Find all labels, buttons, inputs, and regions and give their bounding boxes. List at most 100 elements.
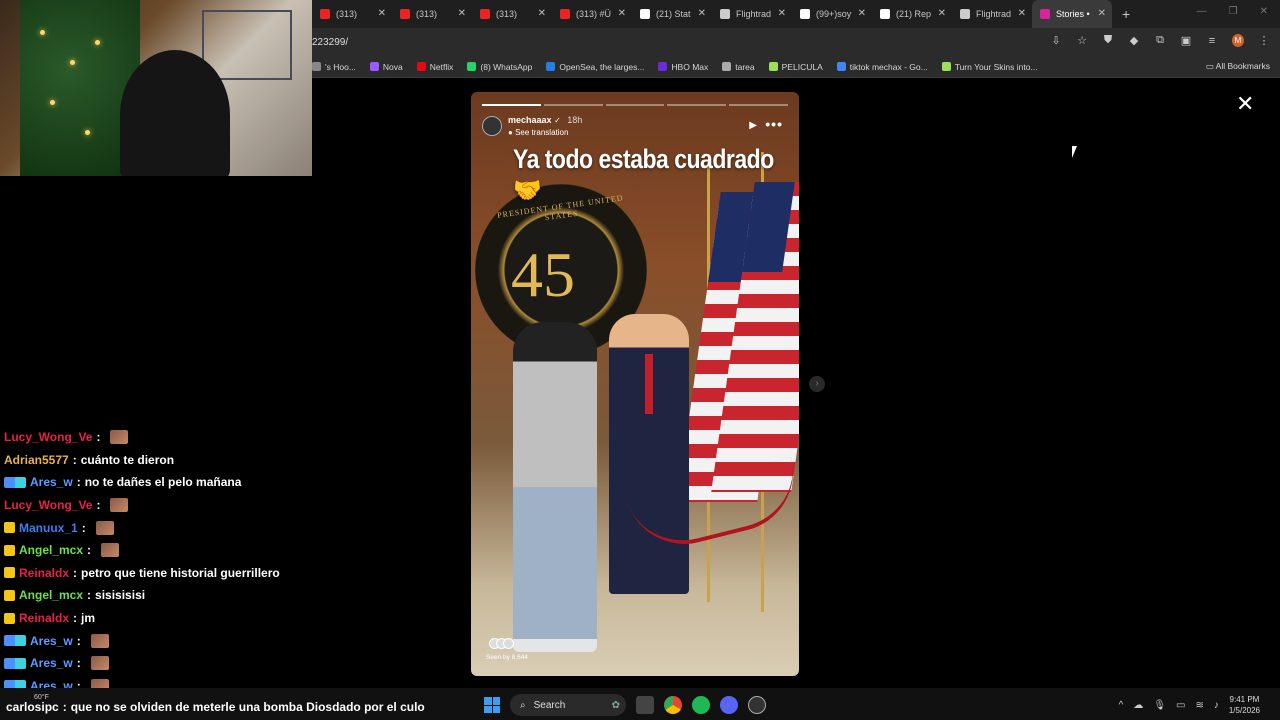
chat-message: Ares_w: no te dañes el pelo mañana	[4, 471, 464, 494]
bookmark-item[interactable]: 's Hoo...	[312, 62, 356, 72]
bookmark-item[interactable]: tiktok mechax - Go...	[836, 62, 928, 72]
emote-icon	[101, 543, 120, 558]
tab-close-icon[interactable]: ✕	[1098, 8, 1106, 19]
new-tab-button[interactable]: +	[1112, 6, 1140, 22]
search-highlight-icon: ✿	[611, 699, 620, 711]
more-options-icon[interactable]: •••	[765, 116, 783, 132]
search-icon: ⌕	[520, 699, 526, 711]
browser-tab[interactable]: Stories • ✕	[1032, 0, 1112, 28]
display-icon[interactable]: ▭	[1176, 700, 1185, 711]
browser-tab[interactable]: (313) ✕	[472, 0, 552, 28]
browser-tab[interactable]: Flightrad ✕	[712, 0, 792, 28]
browser-tab[interactable]: (99+)soy ✕	[792, 0, 872, 28]
desktop-screen: (313) ✕ (313) ✕ (313) ✕ (313) #Ü ✕ (21) Stat ✕ Fli…	[0, 0, 1280, 720]
chat-username[interactable]: Ares_w	[30, 656, 73, 670]
browser-tab[interactable]: (313) ✕	[392, 0, 472, 28]
task-view-icon[interactable]	[636, 696, 654, 714]
verified-icon: ✓	[554, 116, 561, 125]
bookmark-favicon-icon	[312, 62, 321, 71]
tab-close-icon[interactable]: ✕	[618, 8, 626, 19]
bookmark-favicon-icon	[369, 62, 379, 71]
chat-text: sisisisisi	[95, 588, 146, 603]
story-avatar[interactable]	[482, 116, 502, 136]
close-story-button[interactable]: ✕	[1236, 93, 1254, 115]
bookmark-item[interactable]: PELICULA	[768, 62, 823, 72]
window-controls[interactable]: — ❐ ✕	[1185, 0, 1280, 23]
chat-username[interactable]: Manuux_1	[19, 521, 78, 535]
chat-username[interactable]: Ares_w	[30, 475, 73, 489]
chat-username[interactable]: Lucy_Wong_Ve	[4, 498, 92, 512]
chevron-up-icon[interactable]: ^	[1119, 700, 1124, 711]
next-story-button[interactable]: ›	[809, 376, 825, 392]
tab-close-icon[interactable]: ✕	[538, 8, 546, 19]
taskbar-search[interactable]: ⌕ Search ✿	[510, 694, 626, 716]
puzzle-icon[interactable]: ⧉	[1154, 34, 1166, 47]
bookmark-item[interactable]: (8) WhatsApp	[467, 62, 532, 72]
bookmark-favicon-icon	[467, 62, 477, 71]
sidebar-icon[interactable]: ▣	[1180, 34, 1192, 47]
tab-label: Flightrad	[736, 9, 772, 19]
instagram-story[interactable]: mechaaax ✓ 18h ● See translation ▶ ••• P…	[471, 92, 799, 676]
chat-username[interactable]: Reinaldx	[19, 611, 69, 625]
bookmark-item[interactable]: OpenSea, the larges...	[546, 62, 644, 72]
close-window-icon[interactable]: ✕	[1260, 6, 1268, 17]
chat-username[interactable]: Ares_w	[30, 634, 73, 648]
spotify-icon[interactable]	[692, 696, 710, 714]
seen-by-count[interactable]: Seen by 8,644	[486, 654, 528, 661]
tie	[645, 354, 653, 414]
volume-icon[interactable]: ♪	[1214, 700, 1219, 711]
tab-close-icon[interactable]: ✕	[458, 8, 466, 19]
bookmark-star-icon[interactable]: ☆	[1076, 34, 1088, 47]
see-translation-link[interactable]: ● See translation	[508, 128, 568, 137]
chat-username[interactable]: Lucy_Wong_Ve	[4, 430, 92, 444]
taskbar-clock[interactable]: 9:41 PM 1/5/2026	[1229, 694, 1260, 716]
tab-favicon-icon	[480, 9, 490, 19]
chrome-icon[interactable]	[664, 696, 682, 714]
bookmark-item[interactable]: Nova	[369, 62, 403, 72]
discord-icon[interactable]	[720, 696, 738, 714]
profile-avatar[interactable]: M	[1232, 34, 1244, 47]
url-field[interactable]: 223299/	[312, 37, 348, 48]
bookmark-item[interactable]: tarea	[722, 62, 755, 72]
bookmark-favicon-icon	[658, 62, 668, 71]
wall-decoration	[202, 10, 292, 80]
microphone-icon[interactable]: 🎙	[1153, 700, 1166, 711]
tab-close-icon[interactable]: ✕	[378, 8, 386, 19]
bookmark-item[interactable]: Turn Your Skins into...	[941, 62, 1038, 72]
wifi-icon[interactable]: ≋	[1195, 700, 1203, 711]
tab-close-icon[interactable]: ✕	[1018, 8, 1026, 19]
browser-tab[interactable]: (313) ✕	[312, 0, 392, 28]
story-username[interactable]: mechaaax ✓ 18h	[508, 115, 582, 125]
story-time: 18h	[567, 115, 583, 125]
tab-close-icon[interactable]: ✕	[778, 8, 786, 19]
cloud-icon[interactable]: ☁	[1133, 700, 1143, 711]
tab-close-icon[interactable]: ✕	[858, 8, 866, 19]
chat-username[interactable]: Reinaldx	[19, 566, 69, 580]
play-icon[interactable]: ▶	[749, 120, 757, 131]
install-icon[interactable]: ⇩	[1050, 34, 1062, 47]
all-bookmarks-button[interactable]: ▭ All Bookmarks	[1206, 61, 1270, 72]
tab-label: (21) Stat	[656, 9, 691, 19]
media-icon[interactable]: ≡	[1206, 35, 1218, 47]
browser-tab[interactable]: (313) #Ü ✕	[552, 0, 632, 28]
chat-username[interactable]: Angel_mcx	[19, 543, 83, 557]
browser-tab[interactable]: (21) Stat ✕	[632, 0, 712, 28]
start-button[interactable]	[484, 697, 500, 713]
extension-icon[interactable]: ◆	[1128, 34, 1140, 47]
browser-tab[interactable]: Flightrad ✕	[952, 0, 1032, 28]
tab-close-icon[interactable]: ✕	[938, 8, 946, 19]
minimize-icon[interactable]: —	[1197, 6, 1207, 17]
chat-username[interactable]: Adrian5577	[4, 453, 69, 467]
maximize-icon[interactable]: ❐	[1229, 6, 1238, 17]
bookmark-item[interactable]: HBO Max	[658, 62, 708, 72]
browser-tab[interactable]: (21) Rep ✕	[872, 0, 952, 28]
bookmark-item[interactable]: Netflix	[416, 62, 453, 72]
viewers-avatars[interactable]	[489, 638, 514, 649]
shield-icon[interactable]: ⛊	[1102, 34, 1114, 47]
chat-username[interactable]: Angel_mcx	[19, 588, 83, 602]
bookmark-favicon-icon	[722, 62, 732, 71]
obs-icon[interactable]	[748, 696, 766, 714]
chat-message: Reinaldx: petro que tiene historial guerr…	[4, 562, 464, 585]
tab-close-icon[interactable]: ✕	[698, 8, 706, 19]
menu-icon[interactable]: ⋮	[1258, 34, 1270, 47]
